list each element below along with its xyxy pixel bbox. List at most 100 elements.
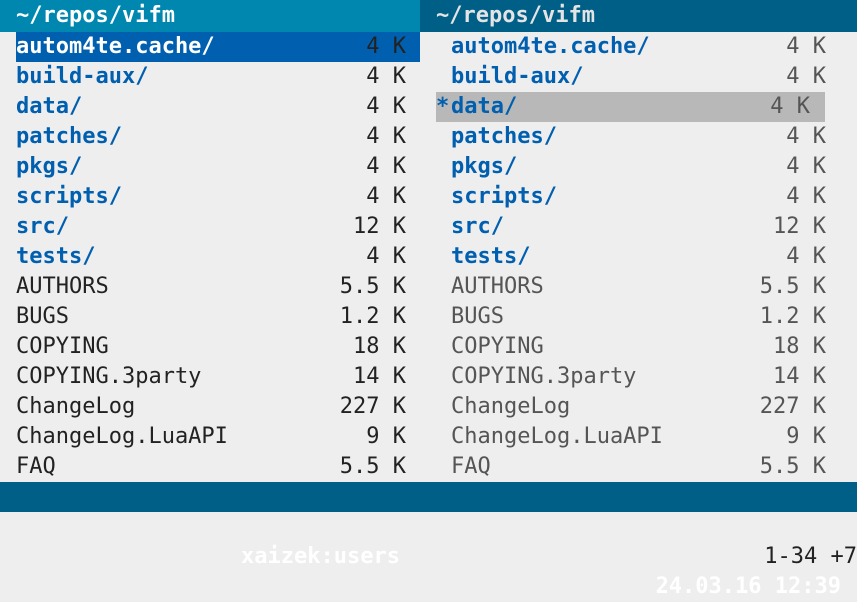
directory-entry[interactable]: pkgs/4 K	[420, 152, 857, 182]
left-file-list[interactable]: autom4te.cache/4 Kbuild-aux/4 Kdata/4 Kp…	[0, 32, 420, 482]
file-entry[interactable]: FAQ 5.5 K	[0, 452, 420, 482]
entry-name: tests/	[451, 244, 531, 269]
file-entry[interactable]: ChangeLog.LuaAPI 9 K	[420, 422, 857, 452]
directory-entry[interactable]: data/4 K	[0, 92, 420, 122]
directory-entry[interactable]: build-aux/4 K	[420, 62, 857, 92]
selection-mark: *	[436, 94, 450, 119]
entry-size: 4 K	[366, 124, 406, 149]
entry-name: scripts/	[451, 184, 557, 209]
file-entry[interactable]: AUTHORS 5.5 K	[420, 272, 857, 302]
entry-name: AUTHORS	[16, 274, 109, 299]
entry-name: ChangeLog.LuaAPI	[451, 424, 663, 449]
entry-size: 4 K	[786, 154, 826, 179]
left-pane-path: ~/repos/vifm	[0, 0, 420, 32]
entry-name: pkgs/	[16, 154, 83, 179]
file-entry[interactable]: ChangeLog 227 K	[420, 392, 857, 422]
entry-name: COPYING.3party	[16, 364, 202, 389]
entry-size: 5.5 K	[759, 454, 826, 479]
entry-name: autom4te.cache/	[16, 34, 215, 59]
entry-size: 9 K	[786, 424, 826, 449]
entry-name: build-aux/	[16, 64, 149, 89]
file-entry[interactable]: COPYING 18 K	[420, 332, 857, 362]
entry-name: tests/	[16, 244, 96, 269]
entry-size: 18 K	[353, 334, 406, 359]
entry-size: 5.5 K	[759, 274, 826, 299]
entry-size: 4 K	[770, 94, 810, 119]
file-entry[interactable]: BUGS 1.2 K	[420, 302, 857, 332]
entry-size: 1.2 K	[759, 304, 826, 329]
entry-name: COPYING.3party	[451, 364, 637, 389]
entry-name: FAQ	[451, 454, 491, 479]
entry-size: 18 K	[773, 334, 826, 359]
entry-size: 4 K	[366, 244, 406, 269]
file-owner: xaizek:users	[241, 544, 400, 569]
entry-size: 14 K	[353, 364, 406, 389]
directory-entry[interactable]: tests/4 K	[0, 242, 420, 272]
directory-entry[interactable]: scripts/4 K	[420, 182, 857, 212]
file-entry[interactable]: COPYING.3party 14 K	[420, 362, 857, 392]
entry-size: 12 K	[353, 214, 406, 239]
entry-name: COPYING	[16, 334, 109, 359]
entry-name: ChangeLog	[451, 394, 571, 419]
file-entry[interactable]: ChangeLog 227 K	[0, 392, 420, 422]
file-entry[interactable]: FAQ 5.5 K	[420, 452, 857, 482]
list-position: 1-34 +7	[764, 544, 857, 569]
entry-name: autom4te.cache/	[451, 34, 650, 59]
entry-size: 4 K	[366, 154, 406, 179]
right-pane[interactable]: ~/repos/vifm autom4te.cache/4 Kbuild-aux…	[420, 0, 857, 480]
entry-name: data/	[451, 94, 518, 119]
entry-size: 4 K	[786, 244, 826, 269]
entry-size: 1.2 K	[339, 304, 406, 329]
directory-entry[interactable]: src/12 K	[0, 212, 420, 242]
entry-name: scripts/	[16, 184, 122, 209]
entry-name: BUGS	[451, 304, 504, 329]
entry-size: 4 K	[366, 94, 406, 119]
entry-name: COPYING	[451, 334, 544, 359]
directory-entry[interactable]: src/12 K	[420, 212, 857, 242]
entry-name: AUTHORS	[451, 274, 544, 299]
entry-name: src/	[16, 214, 69, 239]
file-entry[interactable]: ChangeLog.LuaAPI 9 K	[0, 422, 420, 452]
entry-name: BUGS	[16, 304, 69, 329]
directory-entry[interactable]: autom4te.cache/4 K	[420, 32, 857, 62]
file-entry[interactable]: COPYING 18 K	[0, 332, 420, 362]
directory-entry[interactable]: scripts/4 K	[0, 182, 420, 212]
entry-name: data/	[16, 94, 83, 119]
right-pane-path: ~/repos/vifm	[420, 0, 857, 32]
entry-size: 4 K	[366, 184, 406, 209]
entry-size: 227 K	[339, 394, 406, 419]
entry-size: 5.5 K	[339, 454, 406, 479]
right-file-list[interactable]: autom4te.cache/4 Kbuild-aux/4 K * data/4 K…	[420, 32, 857, 482]
left-pane[interactable]: ~/repos/vifm autom4te.cache/4 Kbuild-aux…	[0, 0, 420, 480]
directory-entry[interactable]: build-aux/4 K	[0, 62, 420, 92]
file-entry[interactable]: AUTHORS 5.5 K	[0, 272, 420, 302]
entry-size: 4 K	[786, 64, 826, 89]
entry-size: 14 K	[773, 364, 826, 389]
file-modified-time: 24.03.16 12:39	[655, 574, 841, 599]
entry-name: patches/	[16, 124, 122, 149]
file-entry[interactable]: BUGS 1.2 K	[0, 302, 420, 332]
entry-size: 227 K	[759, 394, 826, 419]
directory-entry[interactable]: patches/4 K	[420, 122, 857, 152]
directory-entry[interactable]: autom4te.cache/4 K	[16, 32, 420, 62]
command-line[interactable]: 1-34 +7	[0, 512, 857, 569]
entry-name: build-aux/	[451, 64, 584, 89]
entry-name: patches/	[451, 124, 557, 149]
entry-size: 5.5 K	[339, 274, 406, 299]
entry-size: 4 K	[786, 184, 826, 209]
status-bar: drwxr-xr-x xaizek:users 24.03.16 12:39	[0, 482, 857, 599]
entry-name: FAQ	[16, 454, 56, 479]
entry-size: 4 K	[366, 64, 406, 89]
entry-size: 4 K	[786, 34, 826, 59]
entry-size: 12 K	[773, 214, 826, 239]
entry-size: 9 K	[366, 424, 406, 449]
directory-entry[interactable]: pkgs/4 K	[0, 152, 420, 182]
directory-entry[interactable]: tests/4 K	[420, 242, 857, 272]
entry-size: 4 K	[786, 124, 826, 149]
entry-name: ChangeLog	[16, 394, 136, 419]
file-entry[interactable]: COPYING.3party 14 K	[0, 362, 420, 392]
entry-name: ChangeLog.LuaAPI	[16, 424, 228, 449]
directory-entry[interactable]: * data/4 K	[436, 92, 825, 122]
directory-entry[interactable]: patches/4 K	[0, 122, 420, 152]
entry-name: pkgs/	[451, 154, 518, 179]
